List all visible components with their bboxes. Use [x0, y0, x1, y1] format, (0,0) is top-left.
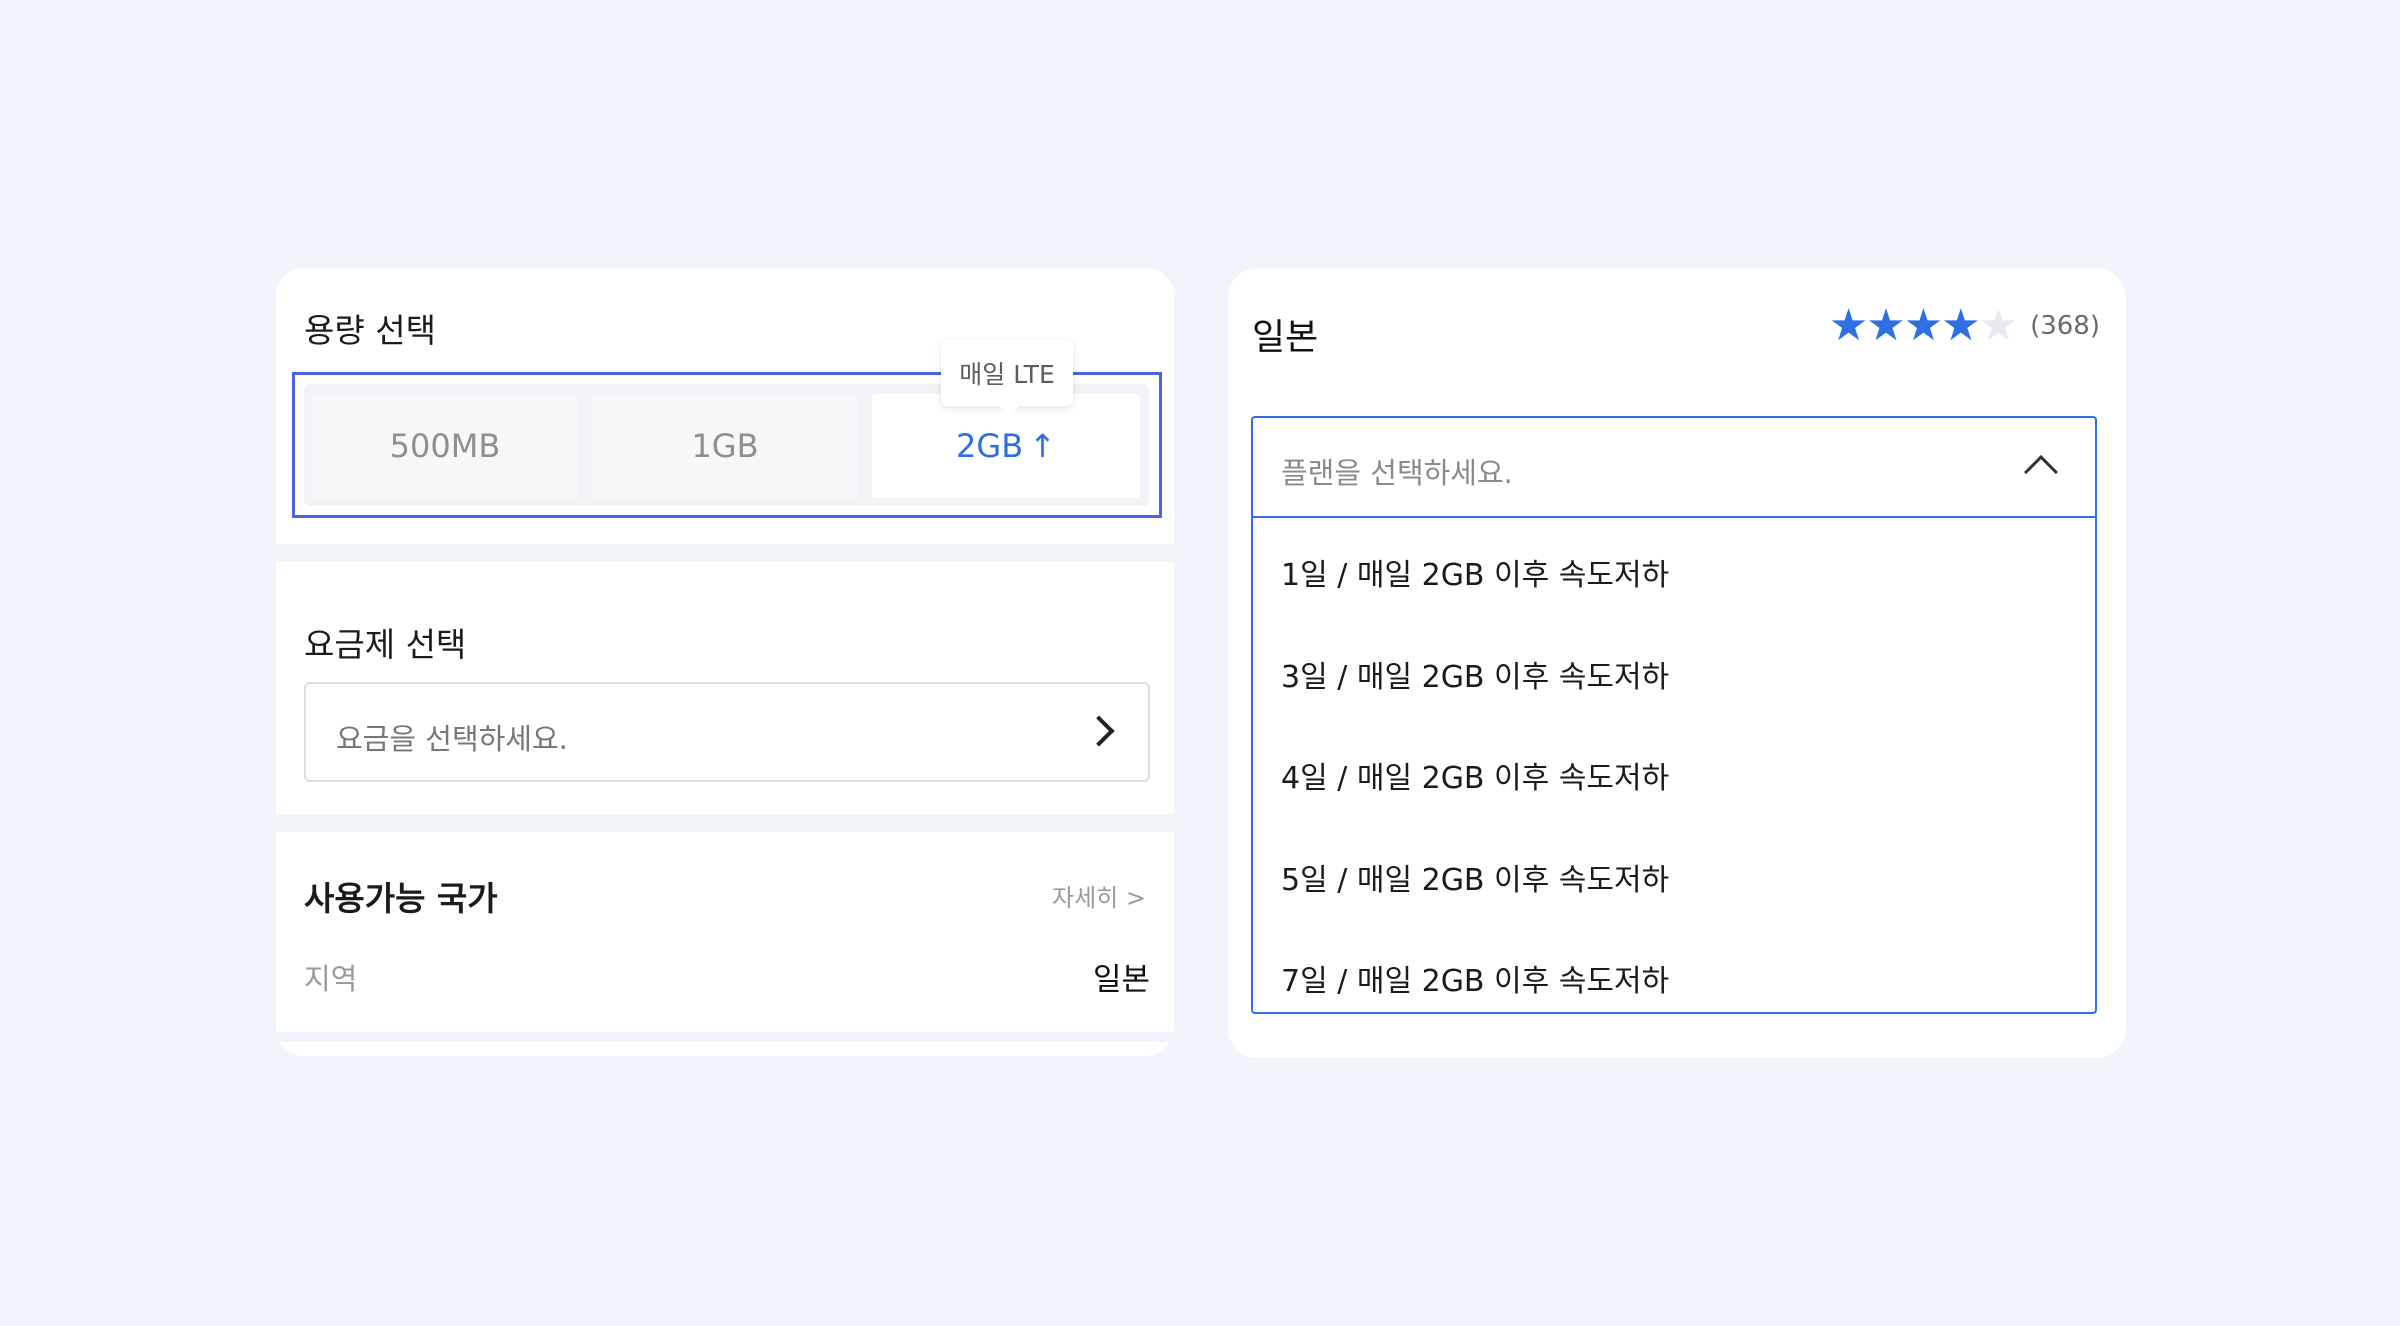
- capacity-option-1gb[interactable]: 1GB: [592, 394, 858, 498]
- plan-option-1day[interactable]: 1일 / 매일 2GB 이후 속도저하: [1281, 550, 1669, 594]
- star-filled-icon: ★: [1903, 300, 1944, 351]
- plan-option-7day[interactable]: 7일 / 매일 2GB 이후 속도저하: [1281, 956, 1669, 1000]
- star-filled-icon: ★: [1941, 300, 1981, 351]
- capacity-title: 용량 선택: [304, 311, 436, 350]
- capacity-option-label: 1GB: [691, 427, 759, 465]
- plan-option-4day[interactable]: 4일 / 매일 2GB 이후 속도저하: [1281, 753, 1669, 797]
- available-countries-section: 사용가능 국가 자세히 > 지역 일본: [276, 832, 1174, 1032]
- star-filled-icon: ★: [1828, 300, 1869, 351]
- available-countries-title: 사용가능 국가: [304, 879, 498, 918]
- daily-lte-tooltip: 매일 LTE: [941, 340, 1073, 416]
- plan-option-3day[interactable]: 3일 / 매일 2GB 이후 속도저하: [1281, 652, 1669, 696]
- region-value: 일본: [1092, 962, 1150, 998]
- review-count: (368): [2030, 311, 2100, 341]
- capacity-option-500mb[interactable]: 500MB: [312, 394, 578, 498]
- star-filled-icon: ★: [1866, 300, 1906, 351]
- tooltip-text: 매일 LTE: [959, 360, 1055, 389]
- plan-select-placeholder: 요금을 선택하세요.: [336, 722, 568, 756]
- arrow-up-icon: ↑: [1029, 427, 1056, 465]
- plan-picker-card: 일본 ★ ★ ★ ★ ★ (368) 플랜을 선택하세요. 1일 / 매일 2G…: [1228, 268, 2126, 1058]
- plan-dropdown: 플랜을 선택하세요. 1일 / 매일 2GB 이후 속도저하 3일 / 매일 2…: [1251, 416, 2097, 1014]
- rating: ★ ★ ★ ★ ★ (368): [1829, 304, 2100, 348]
- plan-option-5day[interactable]: 5일 / 매일 2GB 이후 속도저하: [1281, 855, 1669, 899]
- capacity-option-label: 500MB: [389, 427, 501, 465]
- star-empty-icon: ★: [1978, 300, 2019, 351]
- capacity-option-label: 2GB: [956, 427, 1024, 465]
- plan-dropdown-placeholder: 플랜을 선택하세요.: [1281, 456, 1513, 490]
- plan-section: 요금제 선택 요금을 선택하세요.: [276, 562, 1174, 814]
- product-options-card: 용량 선택 500MB 1GB 2GB ↑ 매일 LTE 요금제 선택 요금을 …: [276, 268, 1174, 1056]
- chevron-up-icon: [2024, 455, 2058, 489]
- region-label: 지역: [304, 962, 358, 996]
- country-title: 일본: [1252, 317, 1319, 358]
- details-link[interactable]: 자세히 >: [1052, 878, 1146, 913]
- plan-select[interactable]: 요금을 선택하세요.: [304, 682, 1150, 782]
- plan-title: 요금제 선택: [304, 625, 467, 664]
- plan-dropdown-trigger[interactable]: 플랜을 선택하세요.: [1253, 418, 2095, 518]
- next-section-edge: [276, 1042, 1174, 1056]
- capacity-section: 용량 선택 500MB 1GB 2GB ↑ 매일 LTE: [276, 268, 1174, 544]
- chevron-right-icon: [1083, 715, 1115, 747]
